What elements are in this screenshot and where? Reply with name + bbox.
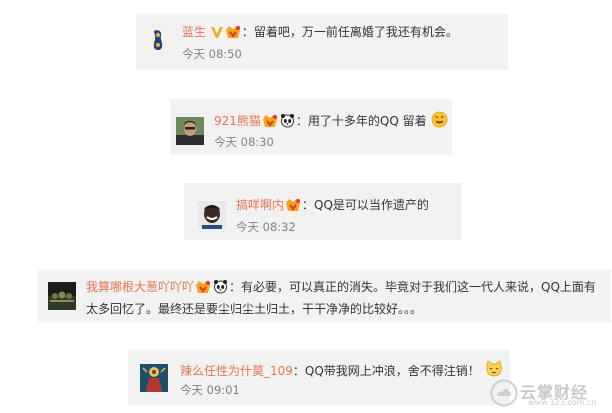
username-link[interactable]: 辣么任性为什莫_109 — [180, 364, 293, 378]
comment-text-continued: 太多回忆了。最终还是要尘归尘土归土，干干净净的比较好。。。 — [86, 302, 423, 316]
comment-text: ：用了十多年的QQ 留着 — [295, 114, 427, 128]
username-link[interactable]: 我算哪根大葱吖吖吖 — [86, 280, 194, 294]
comment-card: 我算哪根大葱吖吖吖 ：有必要，可以真正的消失。毕竟对于我们这一代人来说，QQ上面… — [38, 270, 610, 322]
avatar[interactable] — [176, 117, 204, 145]
comment-text: ：QQ带我网上冲浪，舍不得注销！ — [292, 364, 480, 378]
watermark: 云掌财经 www.123.com.cn — [490, 377, 608, 409]
comment-card: 蓝生 ：留着吧，万一前任离婚了我还有机会。 今天 08:50 — [136, 14, 508, 70]
avatar[interactable] — [140, 364, 168, 392]
watermark-url: www.123.com.cn — [528, 398, 597, 407]
avatar[interactable] — [198, 201, 226, 229]
comment-text: ：QQ是可以当作遗产的 — [302, 198, 429, 212]
comment-time: 今天 08:32 — [236, 220, 296, 234]
comment-text: ：有必要，可以真正的消失。毕竟对于我们这一代人来说，QQ上面有 — [229, 280, 596, 294]
vip-badge-icon — [285, 197, 301, 212]
avatar[interactable] — [48, 282, 76, 310]
username-link[interactable]: 921熊猫 — [214, 114, 261, 128]
comment-card: 921熊猫 ：用了十多年的QQ 留着 今天 08:30 — [170, 99, 452, 155]
username-link[interactable]: 蓝生 — [182, 25, 206, 39]
cat-emoji-icon — [485, 360, 503, 378]
avatar[interactable] — [144, 26, 172, 54]
cloud-logo-icon — [490, 379, 518, 407]
panda-icon — [213, 279, 228, 294]
smiling-man-avatar-icon — [198, 201, 226, 229]
vip-badge-icon — [225, 24, 241, 39]
person-photo-avatar-icon — [176, 117, 204, 145]
smile-emoji-icon — [431, 111, 448, 128]
username-link[interactable]: 搞咩啊内 — [236, 198, 284, 212]
panda-icon — [280, 113, 295, 128]
comment-card: 辣么任性为什莫_109：QQ带我网上冲浪，舍不得注销！ 今天 09:01 — [128, 350, 510, 405]
colorful-figure-avatar-icon — [140, 364, 168, 392]
comment-line: 辣么任性为什莫_109：QQ带我网上冲浪，舍不得注销！ — [180, 360, 504, 379]
comment-time: 今天 08:30 — [214, 135, 274, 149]
comment-line: 蓝生 ：留着吧，万一前任离婚了我还有机会。 — [182, 24, 458, 40]
blue-shoe-avatar-icon — [144, 26, 172, 54]
comment-line: 我算哪根大葱吖吖吖 ：有必要，可以真正的消失。毕竟对于我们这一代人来说，QQ上面… — [86, 279, 596, 295]
comment-card: 搞咩啊内 ：QQ是可以当作遗产的 今天 08:32 — [184, 183, 462, 240]
verified-v-icon — [210, 25, 223, 39]
dark-landscape-avatar-icon — [48, 282, 76, 310]
comment-time: 今天 09:01 — [180, 383, 240, 397]
comment-line: 921熊猫 ：用了十多年的QQ 留着 — [214, 111, 449, 129]
vip-badge-icon — [262, 113, 278, 128]
comment-text: ：留着吧，万一前任离婚了我还有机会。 — [241, 25, 458, 39]
vip-badge-icon — [195, 279, 211, 294]
comment-time: 今天 08:50 — [182, 47, 242, 61]
comment-line: 搞咩啊内 ：QQ是可以当作遗产的 — [236, 197, 429, 213]
